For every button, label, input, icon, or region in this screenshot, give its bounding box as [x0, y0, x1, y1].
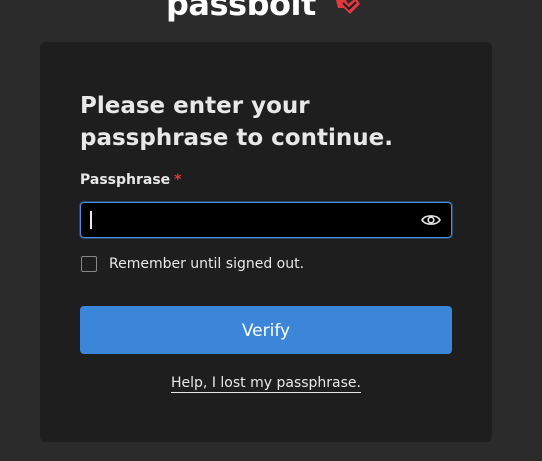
- remember-checkbox[interactable]: [81, 256, 97, 272]
- eye-icon[interactable]: [421, 211, 441, 229]
- passphrase-input[interactable]: [81, 203, 411, 237]
- text-caret: [90, 211, 92, 229]
- remember-row[interactable]: Remember until signed out.: [80, 254, 304, 274]
- page-title: Please enter your passphrase to continue…: [80, 93, 393, 151]
- lost-passphrase-link[interactable]: Help, I lost my passphrase.: [171, 375, 361, 393]
- passphrase-label-row: Passphrase *: [80, 170, 182, 190]
- passphrase-label: Passphrase: [80, 172, 171, 188]
- help-link-row: Help, I lost my passphrase.: [80, 372, 452, 393]
- passphrase-field[interactable]: [80, 202, 452, 238]
- remember-label[interactable]: Remember until signed out.: [109, 256, 304, 272]
- login-card: Please enter your passphrase to continue…: [40, 42, 492, 442]
- required-marker: *: [174, 172, 182, 188]
- logo-mark-icon: [336, 0, 360, 14]
- verify-button[interactable]: Verify: [80, 306, 452, 354]
- passbolt-logo: passbolt: [166, 0, 366, 22]
- logo-text: passbolt: [166, 0, 316, 23]
